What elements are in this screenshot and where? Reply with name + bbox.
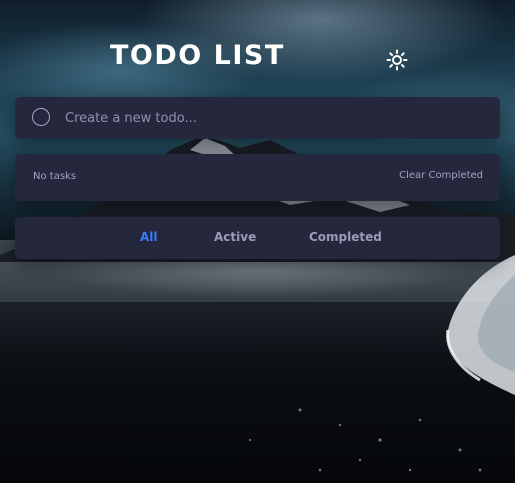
sun-icon xyxy=(386,49,408,71)
items-left-text: No tasks xyxy=(33,171,77,182)
theme-toggle-button[interactable] xyxy=(386,49,408,71)
create-todo-card xyxy=(15,97,500,139)
clear-completed-button[interactable]: Clear Completed xyxy=(399,168,483,183)
todo-status-card: No tasks Clear Completed xyxy=(15,154,500,201)
app-page: TODO LIST No tasks Clear Completed All A… xyxy=(0,0,515,483)
circle-icon[interactable] xyxy=(32,108,50,126)
filter-bar: All Active Completed xyxy=(15,217,500,259)
filter-all-button[interactable]: All xyxy=(140,228,158,246)
page-title: TODO LIST xyxy=(110,40,285,71)
new-todo-input[interactable] xyxy=(65,105,485,131)
filter-active-button[interactable]: Active xyxy=(214,228,256,246)
filter-completed-button[interactable]: Completed xyxy=(309,228,382,246)
